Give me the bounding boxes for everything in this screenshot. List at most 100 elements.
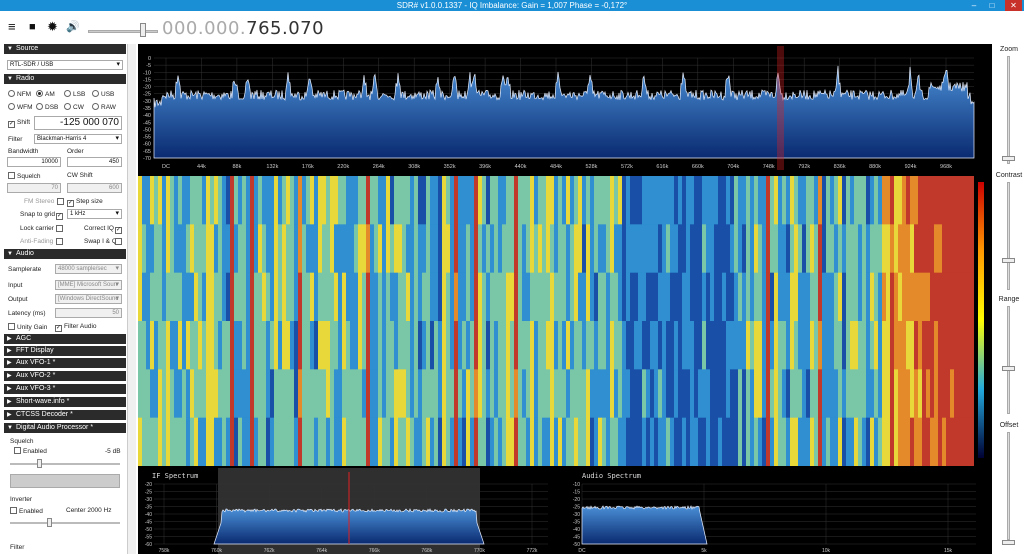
dap-squelch-enabled[interactable]: Enabled <box>14 447 47 455</box>
mode-dsb-radio[interactable] <box>36 103 43 110</box>
squelch-checkbox[interactable]: Squelch <box>8 172 41 180</box>
audio-x-tick: DC <box>578 548 586 554</box>
swap-iq-checkbox[interactable] <box>115 238 122 245</box>
audio-spectrum-panel[interactable]: -10-15-20-25-30-35-40-45-50DC 5k 10k 15k Au… <box>566 468 990 554</box>
squelch-input[interactable]: 70 <box>7 183 61 193</box>
lock-carrier-checkbox[interactable] <box>56 225 63 232</box>
menu-icon[interactable]: ≡ <box>8 20 16 34</box>
mode-lsb[interactable]: LSB <box>64 90 92 98</box>
spectrum-display[interactable]: 0-5-10-15 -20-25-30-35-40-45-50 -55-60-65-… <box>138 44 990 172</box>
vfo-marker[interactable] <box>777 46 784 170</box>
mode-nfm-radio[interactable] <box>8 90 15 97</box>
dap-squelch-check[interactable] <box>14 447 21 454</box>
mode-wfm-radio[interactable] <box>8 103 15 110</box>
mode-raw-radio[interactable] <box>92 103 99 110</box>
shift-input[interactable]: -125 000 070 <box>34 116 122 130</box>
order-input[interactable]: 450 <box>67 157 122 167</box>
mode-nfm-label: NFM <box>17 91 32 98</box>
mode-usb[interactable]: USB <box>92 90 120 98</box>
section-ctcss-decoder[interactable]: CTCSS Decoder * <box>4 410 126 420</box>
bandwidth-input[interactable]: 10000 <box>7 157 61 167</box>
speaker-icon[interactable]: 🔊 <box>66 20 80 34</box>
section-source[interactable]: Source <box>4 44 126 54</box>
swap-iq-check[interactable] <box>115 238 124 246</box>
output-select[interactable]: [Windows DirectSounc <box>55 294 122 304</box>
dap-squelch-knob[interactable] <box>37 459 42 468</box>
stop-icon[interactable]: ■ <box>29 20 36 34</box>
mode-am-radio[interactable] <box>36 90 43 97</box>
inverter-enabled[interactable]: Enabled <box>10 507 43 515</box>
source-select[interactable]: RTL-SDR / USB <box>7 60 123 70</box>
snap-check[interactable]: ✓ <box>56 211 65 220</box>
section-aux-vfo-2[interactable]: Aux VFO-2 * <box>4 371 126 381</box>
frequency-display[interactable]: 000.000.765.070 <box>162 18 324 39</box>
zoom-knob[interactable] <box>1002 156 1015 161</box>
volume-slider[interactable] <box>88 30 158 33</box>
mode-usb-radio[interactable] <box>92 90 99 97</box>
offset-slider[interactable] <box>1007 432 1010 540</box>
settings-panel: Source RTL-SDR / USB Radio NFM AM LSB USB W… <box>4 44 126 554</box>
mode-cw[interactable]: CW <box>64 103 92 111</box>
gear-icon[interactable]: ✹ <box>47 20 58 34</box>
maximize-button[interactable]: □ <box>986 0 998 11</box>
if-y-tick: -25 <box>145 490 152 496</box>
fm-stereo-checkbox[interactable] <box>57 198 64 205</box>
panel-scrollbar[interactable] <box>127 44 136 554</box>
mode-raw[interactable]: RAW <box>92 103 120 111</box>
unity-gain-check[interactable] <box>8 323 15 330</box>
shift-checkbox[interactable]: ✓ Shift <box>8 119 30 128</box>
step-size-check[interactable]: ✓ <box>67 200 74 207</box>
spectrum-x-tick: 836k <box>834 164 846 170</box>
latency-input[interactable]: 50 <box>55 308 122 318</box>
mode-am[interactable]: AM <box>36 90 64 98</box>
inverter-check[interactable] <box>10 507 17 514</box>
filter-audio-check[interactable]: ✓ <box>55 325 62 332</box>
inverter-slider[interactable] <box>10 522 120 524</box>
close-button[interactable]: ✕ <box>1005 0 1022 11</box>
dap-squelch-slider[interactable] <box>10 463 120 465</box>
correct-iq-check[interactable]: ✓ <box>115 225 124 234</box>
contrast-knob[interactable] <box>1002 258 1015 263</box>
contrast-slider[interactable] <box>1007 182 1010 290</box>
mode-cw-radio[interactable] <box>64 103 71 110</box>
snap-select[interactable]: 1 kHz <box>67 209 122 219</box>
samplerate-select[interactable]: 48000 sample/sec <box>55 264 122 274</box>
spectrum-x-tick: 880k <box>869 164 881 170</box>
filter-select[interactable]: Blackman-Harris 4 <box>34 134 122 144</box>
waterfall-display[interactable] <box>138 176 990 466</box>
shift-check[interactable]: ✓ <box>8 121 15 128</box>
toolbar: ≡ ■ ✹ 🔊 000.000.765.070 <box>0 11 1024 43</box>
mode-nfm[interactable]: NFM <box>8 90 36 98</box>
anti-fading-check[interactable] <box>56 238 65 246</box>
step-size-checkbox[interactable]: ✓ Step size <box>67 198 103 207</box>
section-agc[interactable]: AGC <box>4 334 126 344</box>
snap-checkbox[interactable]: ✓ <box>56 213 63 220</box>
minimize-button[interactable]: – <box>968 0 980 11</box>
input-select[interactable]: [MME] Microsoft Soun <box>55 280 122 290</box>
if-spectrum-panel[interactable]: -20 -25-30 -35-40 -45-50 -55-60 758k 760k 762k 7… <box>138 468 562 554</box>
correct-iq-checkbox[interactable]: ✓ <box>115 227 122 234</box>
cw-shift-input[interactable]: 600 <box>67 183 122 193</box>
squelch-check[interactable] <box>8 172 15 179</box>
section-radio[interactable]: Radio <box>4 74 126 84</box>
offset-knob[interactable] <box>1002 540 1015 545</box>
mode-dsb[interactable]: DSB <box>36 103 64 111</box>
range-knob[interactable] <box>1002 366 1015 371</box>
mode-lsb-radio[interactable] <box>64 90 71 97</box>
range-slider[interactable] <box>1007 306 1010 414</box>
zoom-slider[interactable] <box>1007 56 1010 164</box>
filter-audio-checkbox[interactable]: ✓ Filter Audio <box>55 323 97 332</box>
section-aux-vfo-1[interactable]: Aux VFO-1 * <box>4 358 126 368</box>
volume-knob[interactable] <box>140 23 146 37</box>
section-short-wave-info[interactable]: Short-wave.info * <box>4 397 126 407</box>
anti-fading-checkbox[interactable] <box>56 238 63 245</box>
section-digital-audio-processor[interactable]: Digital Audio Processor * <box>4 423 126 433</box>
mode-wfm[interactable]: WFM <box>8 103 36 111</box>
section-aux-vfo-3[interactable]: Aux VFO-3 * <box>4 384 126 394</box>
fm-stereo-check[interactable] <box>57 198 66 206</box>
section-audio[interactable]: Audio <box>4 249 126 259</box>
section-fft-display[interactable]: FFT Display <box>4 346 126 356</box>
unity-gain-checkbox[interactable]: Unity Gain <box>8 323 47 331</box>
lock-carrier-check[interactable] <box>56 225 65 233</box>
inverter-knob[interactable] <box>47 518 52 527</box>
